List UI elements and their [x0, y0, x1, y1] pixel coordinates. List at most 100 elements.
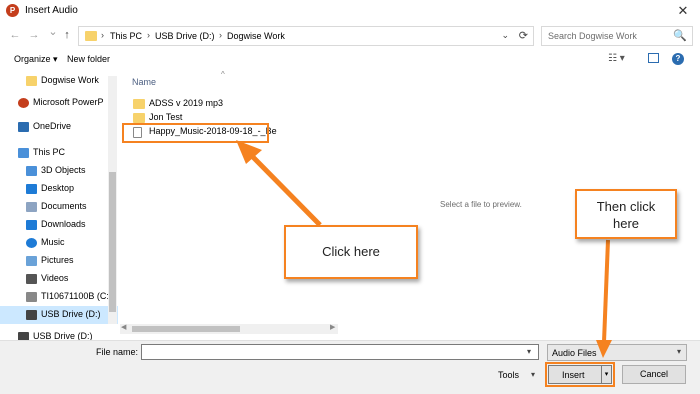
then-click-text-line2: here — [612, 216, 640, 231]
then-click-text-line1: Then click — [596, 199, 656, 214]
tools-chevron-icon[interactable]: ▾ — [531, 370, 535, 379]
organize-menu-button[interactable]: Organize ▾ — [14, 54, 58, 65]
search-placeholder: Search Dogwise Work — [548, 31, 637, 41]
sidebar-item-usb-drive-d[interactable]: USB Drive (D:) — [0, 328, 118, 340]
insert-highlight-box — [545, 362, 615, 387]
address-bar[interactable]: › This PC › USB Drive (D:) › Dogwise Wor… — [78, 26, 534, 46]
title-bar: P Insert Audio ✕ — [0, 0, 700, 22]
refresh-icon[interactable]: ⟳ — [519, 29, 528, 42]
music-icon — [26, 238, 37, 248]
download-icon — [26, 220, 37, 230]
sidebar-item-this-pc[interactable]: This PC — [0, 144, 118, 162]
navigation-pane: Dogwise Work Microsoft PowerP OneDrive This… — [0, 70, 118, 340]
sidebar-item-label: 3D Objects — [41, 165, 86, 175]
horizontal-scrollbar-thumb[interactable] — [132, 326, 240, 332]
tools-menu-button[interactable]: Tools — [498, 370, 519, 380]
up-arrow-icon[interactable]: ↑ — [60, 28, 74, 42]
folder-icon — [26, 76, 37, 86]
search-icon: 🔍 — [673, 30, 687, 42]
then-click-here-callout: Then click here — [575, 189, 677, 239]
sidebar-item-label: Microsoft PowerP — [33, 97, 104, 107]
arrow-to-insert — [602, 239, 610, 343]
recent-locations-chevron-icon[interactable]: ⌄ — [46, 25, 60, 39]
scroll-left-arrow-icon[interactable]: ◀ — [121, 323, 126, 331]
breadcrumb-separator: › — [101, 30, 104, 40]
name-column-header[interactable]: Name — [132, 77, 156, 87]
address-row: ← → ⌄ ↑ › This PC › USB Drive (D:) › Dog… — [0, 22, 700, 50]
sidebar-item-pictures[interactable]: Pictures — [0, 252, 118, 270]
file-name: ADSS v 2019 mp3 — [149, 98, 224, 108]
sidebar-item-dogwise-work[interactable]: Dogwise Work — [0, 72, 118, 90]
file-name: Jon Test — [149, 112, 183, 122]
address-dropdown-chevron-icon[interactable]: ⌄ — [501, 30, 509, 41]
usb-icon — [26, 310, 37, 320]
desktop-icon — [26, 184, 37, 194]
sidebar-item-microsoft-powerp[interactable]: Microsoft PowerP — [0, 94, 118, 112]
file-type-chevron-icon: ▾ — [676, 347, 681, 356]
preview-pane-icon[interactable] — [648, 53, 659, 63]
drive-icon — [26, 292, 37, 302]
breadcrumb-this-pc[interactable]: This PC — [110, 31, 142, 41]
search-input[interactable]: Search Dogwise Work 🔍 — [541, 26, 693, 46]
breadcrumb-separator: › — [219, 30, 222, 40]
toolbar: Organize ▾ New folder ☷ ▾ ? — [0, 50, 700, 70]
sidebar-item-label: This PC — [33, 147, 66, 157]
sidebar-item-downloads[interactable]: Downloads — [0, 216, 118, 234]
file-type-select[interactable]: Audio Files ▾ — [547, 344, 687, 361]
file-type-value: Audio Files — [552, 348, 597, 358]
file-name-label: File name: — [96, 347, 139, 357]
usb-icon — [18, 332, 29, 340]
sidebar-item-label: Dogwise Work — [41, 75, 99, 85]
breadcrumb-dogwise-work[interactable]: Dogwise Work — [227, 31, 285, 41]
help-icon[interactable]: ? — [672, 53, 684, 65]
sidebar-item-ti10671100b-c[interactable]: TI10671100B (C:) — [0, 288, 118, 306]
breadcrumb-separator: › — [147, 30, 150, 40]
sidebar-item-usb-drive-d[interactable]: USB Drive (D:) — [0, 306, 118, 324]
close-button[interactable]: ✕ — [674, 2, 692, 20]
sidebar-item-label: Music — [41, 237, 65, 247]
sidebar-item-desktop[interactable]: Desktop — [0, 180, 118, 198]
sidebar-item-label: Desktop — [41, 183, 75, 193]
cancel-button[interactable]: Cancel — [622, 365, 686, 384]
folder-icon — [133, 99, 145, 109]
breadcrumb-usb-drive[interactable]: USB Drive (D:) — [155, 31, 215, 41]
pictures-icon — [26, 256, 37, 266]
sidebar-item-videos[interactable]: Videos — [0, 270, 118, 288]
document-icon — [26, 202, 37, 212]
scroll-right-arrow-icon[interactable]: ▶ — [330, 323, 335, 331]
click-here-text: Click here — [322, 244, 380, 259]
file-name-input[interactable] — [141, 344, 539, 360]
cloud-icon — [18, 122, 29, 132]
pc-icon — [18, 148, 29, 158]
new-folder-button[interactable]: New folder — [67, 54, 110, 64]
cube-icon — [26, 166, 37, 176]
click-here-callout: Click here — [284, 225, 418, 279]
file-highlight-box — [122, 123, 269, 143]
preview-placeholder-text: Select a file to preview. — [440, 200, 522, 209]
folder-icon — [85, 31, 97, 41]
back-arrow-icon[interactable]: ← — [8, 28, 22, 42]
powerpoint-app-icon: P — [6, 4, 19, 17]
sidebar-item-label: Documents — [41, 201, 87, 211]
navigation-scrollbar-thumb[interactable] — [109, 172, 116, 312]
sidebar-item-3d-objects[interactable]: 3D Objects — [0, 162, 118, 180]
sidebar-item-label: Videos — [41, 273, 69, 283]
sidebar-item-music[interactable]: Music — [0, 234, 118, 252]
forward-arrow-icon[interactable]: → — [27, 28, 41, 42]
powerpoint-icon — [18, 98, 29, 108]
window-title: Insert Audio — [25, 5, 78, 16]
view-options-icon[interactable]: ☷ ▾ — [608, 53, 625, 64]
sidebar-item-label: USB Drive (D:) — [41, 309, 101, 319]
sidebar-item-label: Downloads — [41, 219, 86, 229]
sidebar-item-label: TI10671100B (C:) — [41, 291, 112, 301]
sidebar-item-documents[interactable]: Documents — [0, 198, 118, 216]
sort-ascending-icon: ^ — [221, 70, 225, 79]
folder-icon — [133, 113, 145, 123]
sidebar-item-label: OneDrive — [33, 121, 72, 131]
sidebar-item-label: Pictures — [41, 255, 74, 265]
file-name-dropdown-chevron-icon[interactable]: ▾ — [527, 347, 531, 356]
file-list: ^ Name ADSS v 2019 mp3 Jon Test Happy_Musi… — [118, 70, 340, 340]
sidebar-item-label: USB Drive (D:) — [33, 331, 93, 340]
sidebar-item-onedrive[interactable]: OneDrive — [0, 118, 118, 136]
videos-icon — [26, 274, 37, 284]
